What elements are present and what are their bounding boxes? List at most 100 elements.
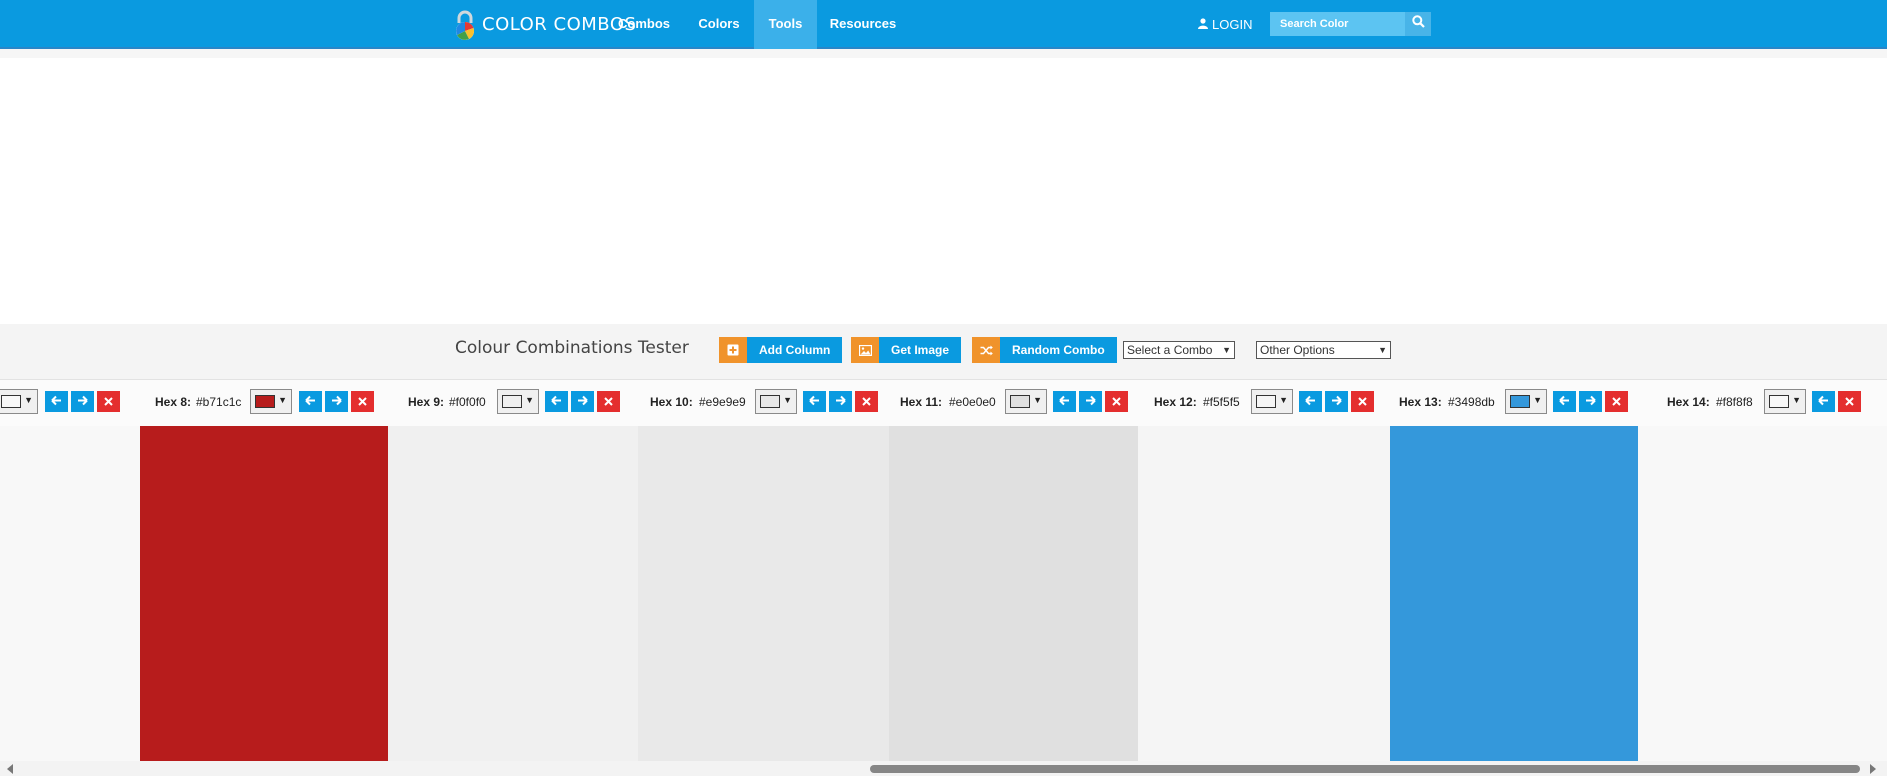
color-picker[interactable]: ▼ [1251, 389, 1293, 414]
move-right-button[interactable] [71, 391, 94, 412]
move-right-button[interactable] [1579, 391, 1602, 412]
arrow-right-icon [1085, 393, 1096, 411]
close-icon [1845, 393, 1854, 411]
color-column: ▼ [0, 380, 140, 761]
remove-column-button[interactable] [855, 391, 878, 412]
color-swatch-area [1638, 426, 1887, 761]
color-picker[interactable]: ▼ [1505, 389, 1547, 414]
random-combo-label: Random Combo [1000, 337, 1117, 363]
color-picker[interactable]: ▼ [1764, 389, 1806, 414]
hex-label: Hex 12: [1154, 395, 1197, 409]
move-right-button[interactable] [1325, 391, 1348, 412]
arrow-right-icon [77, 393, 88, 411]
chevron-down-icon: ▼ [1378, 345, 1387, 355]
close-icon [358, 393, 367, 411]
image-icon [851, 337, 879, 363]
color-picker[interactable]: ▼ [250, 389, 292, 414]
arrow-right-icon [835, 393, 846, 411]
search-input[interactable] [1270, 12, 1405, 36]
color-swatch [1, 395, 21, 408]
hex-label: Hex 13: [1399, 395, 1442, 409]
move-right-button[interactable] [829, 391, 852, 412]
scroll-left-arrow-icon[interactable] [7, 764, 13, 774]
remove-column-button[interactable] [1351, 391, 1374, 412]
chevron-down-icon: ▼ [1033, 395, 1042, 405]
shuffle-icon [972, 337, 1000, 363]
remove-column-button[interactable] [97, 391, 120, 412]
hex-value: #e0e0e0 [949, 395, 996, 409]
nav-colors[interactable]: Colors [686, 0, 752, 49]
horizontal-scrollbar[interactable] [0, 761, 1887, 776]
search-button[interactable] [1405, 12, 1431, 36]
arrow-left-icon [1559, 393, 1570, 411]
other-options-dropdown[interactable]: Other Options ▼ [1256, 341, 1391, 359]
move-left-button[interactable] [1553, 391, 1576, 412]
hex-value: #f0f0f0 [449, 395, 486, 409]
color-swatch [1510, 395, 1530, 408]
remove-column-button[interactable] [1105, 391, 1128, 412]
color-swatch [502, 395, 522, 408]
color-swatch [1256, 395, 1276, 408]
column-header: Hex 12: #f5f5f5 ▼ [1138, 380, 1390, 426]
move-left-button[interactable] [45, 391, 68, 412]
navbar-gap [0, 49, 1887, 58]
color-picker[interactable]: ▼ [755, 389, 797, 414]
color-picker[interactable]: ▼ [497, 389, 539, 414]
hex-label: Hex 14: [1667, 395, 1710, 409]
hex-value: #b71c1c [196, 395, 242, 409]
color-columns: ▼ Hex 8: #b71c1c ▼ Hex 9: #f0f0f0 ▼ Hex … [0, 380, 1887, 761]
column-header: Hex 13: #3498db ▼ [1390, 380, 1638, 426]
get-image-button[interactable]: Get Image [851, 337, 962, 363]
chevron-down-icon: ▼ [1279, 395, 1288, 405]
move-left-button[interactable] [545, 391, 568, 412]
select-combo-dropdown[interactable]: Select a Combo ▼ [1123, 341, 1235, 359]
chevron-down-icon: ▼ [24, 395, 33, 405]
color-picker[interactable]: ▼ [1005, 389, 1047, 414]
column-header: ▼ [0, 380, 140, 426]
scrollbar-thumb[interactable] [870, 765, 1860, 773]
column-header: Hex 11: #e0e0e0 ▼ [889, 380, 1138, 426]
color-column: Hex 9: #f0f0f0 ▼ [388, 380, 638, 761]
color-column: Hex 12: #f5f5f5 ▼ [1138, 380, 1390, 761]
remove-column-button[interactable] [597, 391, 620, 412]
add-column-button[interactable]: Add Column [719, 337, 843, 363]
nav-resources[interactable]: Resources [822, 0, 904, 49]
hex-label: Hex 9: [408, 395, 445, 409]
close-icon [604, 393, 613, 411]
color-column: Hex 13: #3498db ▼ [1390, 380, 1638, 761]
remove-column-button[interactable] [1838, 391, 1861, 412]
move-right-button[interactable] [325, 391, 348, 412]
close-icon [104, 393, 113, 411]
scroll-right-arrow-icon[interactable] [1870, 764, 1876, 774]
user-icon [1198, 0, 1208, 49]
remove-column-button[interactable] [1605, 391, 1628, 412]
arrow-right-icon [331, 393, 342, 411]
move-left-button[interactable] [1812, 391, 1835, 412]
chevron-down-icon: ▼ [783, 395, 792, 405]
color-column: Hex 11: #e0e0e0 ▼ [889, 380, 1138, 761]
move-left-button[interactable] [1299, 391, 1322, 412]
move-left-button[interactable] [299, 391, 322, 412]
tester-toolbar: Colour Combinations Tester Add Column Ge… [0, 324, 1887, 380]
hex-value: #e9e9e9 [699, 395, 746, 409]
move-right-button[interactable] [571, 391, 594, 412]
move-left-button[interactable] [1053, 391, 1076, 412]
color-swatch-area [388, 426, 638, 761]
color-swatch [1010, 395, 1030, 408]
chevron-down-icon: ▼ [1222, 345, 1231, 355]
nav-tools[interactable]: Tools [754, 0, 817, 49]
close-icon [1612, 393, 1621, 411]
color-swatch [255, 395, 275, 408]
random-combo-button[interactable]: Random Combo [972, 337, 1117, 363]
move-right-button[interactable] [1079, 391, 1102, 412]
remove-column-button[interactable] [351, 391, 374, 412]
arrow-left-icon [1818, 393, 1829, 411]
chevron-down-icon: ▼ [1533, 395, 1542, 405]
color-picker[interactable]: ▼ [0, 389, 38, 414]
nav-combos[interactable]: Combos [610, 0, 678, 49]
hex-label: Hex 11: [900, 395, 943, 409]
move-left-button[interactable] [803, 391, 826, 412]
login-link[interactable]: LOGIN [1198, 0, 1252, 49]
search-icon [1411, 15, 1425, 33]
arrow-left-icon [1305, 393, 1316, 411]
